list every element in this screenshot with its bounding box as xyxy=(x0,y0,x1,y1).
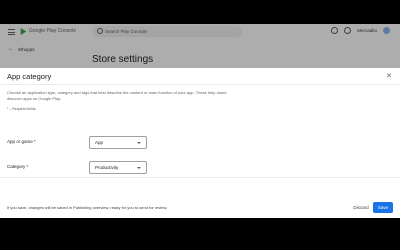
divider xyxy=(0,84,400,85)
category-select[interactable]: Productivity xyxy=(89,161,147,174)
footer-note: If you save, changes will be saved in Pu… xyxy=(7,205,168,210)
save-button[interactable]: Save xyxy=(373,202,393,213)
app-category-dialog: App category ✕ Choose an application typ… xyxy=(0,68,400,218)
close-icon[interactable]: ✕ xyxy=(384,72,394,82)
app-or-game-label: App or game * xyxy=(7,139,36,144)
dialog-title: App category xyxy=(7,72,52,81)
dialog-description: Choose an application type, category and… xyxy=(7,90,227,101)
divider xyxy=(0,177,400,178)
dialog-footer: If you save, changes will be saved in Pu… xyxy=(0,197,400,218)
play-console-window: Google Play Console Search Play Console … xyxy=(0,24,400,218)
discard-button[interactable]: Discard xyxy=(351,202,371,213)
app-or-game-value: App xyxy=(95,140,104,145)
chevron-down-icon xyxy=(137,167,141,169)
category-label: Category * xyxy=(7,164,29,169)
app-or-game-select[interactable]: App xyxy=(89,136,147,149)
category-value: Productivity xyxy=(95,165,119,170)
required-fields-note: * – Required fields xyxy=(7,107,36,111)
chevron-down-icon xyxy=(137,142,141,144)
